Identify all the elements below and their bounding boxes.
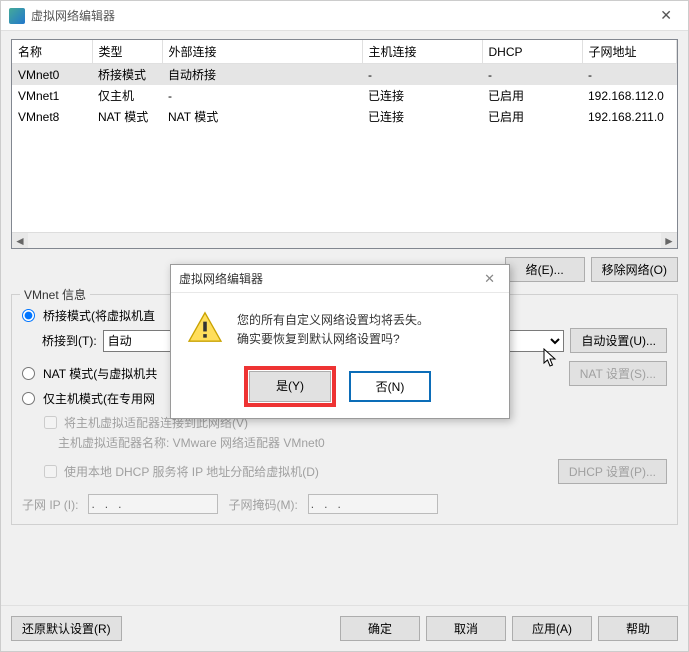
table-row[interactable]: VMnet8 NAT 模式 NAT 模式 已连接 已启用 192.168.211…	[12, 106, 677, 127]
scroll-left-icon[interactable]: ◄	[12, 233, 28, 248]
scroll-right-icon[interactable]: ►	[661, 233, 677, 248]
ok-button[interactable]: 确定	[340, 616, 420, 641]
dialog-body: 您的所有自定义网络设置均将丢失。 确实要恢复到默认网络设置吗?	[171, 293, 509, 361]
dialog-title: 虚拟网络编辑器	[179, 270, 478, 287]
col-subnet[interactable]: 子网地址	[582, 40, 677, 64]
no-button[interactable]: 否(N)	[349, 371, 431, 402]
restore-defaults-button[interactable]: 还原默认设置(R)	[11, 616, 122, 641]
use-dhcp-label: 使用本地 DHCP 服务将 IP 地址分配给虚拟机(D)	[64, 463, 319, 480]
col-dhcp[interactable]: DHCP	[482, 40, 582, 64]
col-host[interactable]: 主机连接	[362, 40, 482, 64]
nat-radio[interactable]	[22, 367, 35, 380]
hostonly-radio[interactable]	[22, 392, 35, 405]
warning-icon	[187, 311, 223, 343]
auto-settings-button[interactable]: 自动设置(U)...	[570, 328, 667, 353]
nat-settings-button[interactable]: NAT 设置(S)...	[569, 361, 667, 386]
subnet-row: 子网 IP (I): 子网掩码(M):	[22, 494, 667, 514]
table-row[interactable]: VMnet1 仅主机 - 已连接 已启用 192.168.112.0	[12, 85, 677, 106]
subnet-mask-label: 子网掩码(M):	[228, 496, 297, 513]
network-table: 名称 类型 外部连接 主机连接 DHCP 子网地址 VMnet0 桥接模式	[11, 39, 678, 249]
dialog-line1: 您的所有自定义网络设置均将丢失。	[237, 311, 429, 330]
host-adapter-hint: 主机虚拟适配器名称: VMware 网络适配器 VMnet0	[58, 434, 667, 451]
dialog-titlebar: 虚拟网络编辑器 ✕	[171, 265, 509, 293]
dialog-line2: 确实要恢复到默认网络设置吗?	[237, 330, 429, 349]
yes-button[interactable]: 是(Y)	[249, 371, 331, 402]
bridged-to-label: 桥接到(T):	[42, 332, 97, 349]
confirm-dialog: 虚拟网络编辑器 ✕ 您的所有自定义网络设置均将丢失。 确实要恢复到默认网络设置吗…	[170, 264, 510, 419]
horizontal-scrollbar[interactable]: ◄ ►	[12, 232, 677, 248]
use-dhcp-checkbox	[44, 465, 57, 478]
col-type[interactable]: 类型	[92, 40, 162, 64]
table-row[interactable]: VMnet0 桥接模式 自动桥接 - - -	[12, 64, 677, 85]
cancel-button[interactable]: 取消	[426, 616, 506, 641]
dialog-close-button[interactable]: ✕	[478, 269, 501, 289]
apply-button[interactable]: 应用(A)	[512, 616, 592, 641]
dhcp-settings-button[interactable]: DHCP 设置(P)...	[558, 459, 667, 484]
dialog-buttons: 是(Y) 否(N)	[171, 361, 509, 418]
col-ext[interactable]: 外部连接	[162, 40, 362, 64]
nat-label: NAT 模式(与虚拟机共	[43, 365, 157, 382]
window-title: 虚拟网络编辑器	[31, 7, 652, 24]
vmnet-legend: VMnet 信息	[20, 286, 90, 303]
hostonly-label: 仅主机模式(在专用网	[43, 390, 155, 407]
bridged-label: 桥接模式(将虚拟机直	[43, 307, 155, 324]
remove-network-button[interactable]: 移除网络(O)	[591, 257, 678, 282]
subnet-mask-input	[308, 494, 438, 514]
use-dhcp-row: 使用本地 DHCP 服务将 IP 地址分配给虚拟机(D) DHCP 设置(P).…	[40, 459, 667, 484]
table-header-row: 名称 类型 外部连接 主机连接 DHCP 子网地址	[12, 40, 677, 64]
window-close-button[interactable]: ✕	[652, 3, 680, 28]
help-button[interactable]: 帮助	[598, 616, 678, 641]
connect-host-checkbox	[44, 416, 57, 429]
col-name[interactable]: 名称	[12, 40, 92, 64]
add-network-button[interactable]: 络(E)...	[505, 257, 585, 282]
bridged-radio[interactable]	[22, 309, 35, 322]
subnet-ip-label: 子网 IP (I):	[22, 496, 78, 513]
bottom-bar: 还原默认设置(R) 确定 取消 应用(A) 帮助	[1, 605, 688, 651]
titlebar: 虚拟网络编辑器 ✕	[1, 1, 688, 31]
subnet-ip-input	[88, 494, 218, 514]
app-icon	[9, 8, 25, 24]
dialog-message: 您的所有自定义网络设置均将丢失。 确实要恢复到默认网络设置吗?	[237, 311, 429, 349]
